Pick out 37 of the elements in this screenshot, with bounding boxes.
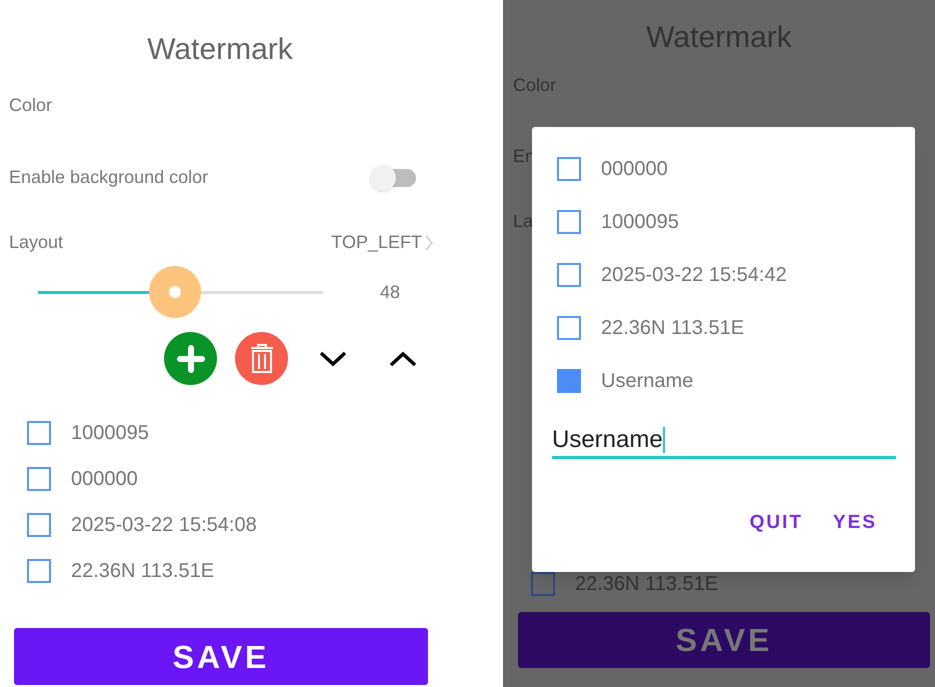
list-item-text: 2025-03-22 15:54:08 [71, 513, 257, 537]
list-item-text[interactable]: 2025-03-22 15:54:42 [601, 263, 787, 287]
list-item-text: 22.36N 113.51E [71, 559, 214, 583]
save-button[interactable]: SAVE [14, 628, 428, 685]
color-label: Color [9, 94, 54, 117]
checkbox[interactable] [27, 513, 51, 537]
checkbox[interactable] [27, 421, 51, 445]
list-item-text: 1000095 [71, 421, 149, 445]
trash-icon [248, 344, 274, 374]
screen-title: Watermark [147, 32, 293, 68]
checkbox[interactable] [27, 467, 51, 491]
checkbox[interactable] [557, 263, 581, 287]
list-item-text[interactable]: 000000 [601, 157, 668, 181]
dialog-button[interactable]: QUIT [750, 509, 803, 538]
slider-reading: 48 [380, 280, 400, 304]
checkbox[interactable] [557, 157, 581, 181]
checkbox[interactable] [27, 559, 51, 583]
text-input[interactable]: Username [552, 423, 896, 459]
save-button[interactable]: SAVE [518, 612, 930, 668]
chevron-down-icon[interactable] [319, 350, 347, 366]
list-item-text[interactable]: Username [601, 369, 694, 393]
checkbox[interactable] [557, 316, 581, 340]
list-item-text[interactable]: 1000095 [601, 210, 679, 234]
setting-label: Enable background color [9, 166, 208, 189]
layout-value[interactable]: TOP_LEFT [331, 229, 422, 256]
list-item-text[interactable]: 22.36N 113.51E [601, 316, 744, 340]
chevron-up-icon[interactable] [389, 350, 417, 366]
setting-label: Layout [9, 231, 64, 254]
list-item-text: 000000 [71, 467, 138, 491]
add-button[interactable] [164, 332, 217, 385]
chevron-right-icon [424, 232, 434, 252]
toggle-switch[interactable] [370, 164, 418, 190]
checkbox[interactable] [531, 572, 555, 596]
dialog-button[interactable]: YES [832, 509, 877, 538]
checkbox[interactable] [557, 210, 581, 234]
checkbox[interactable] [557, 369, 581, 393]
plus-icon [176, 344, 204, 372]
